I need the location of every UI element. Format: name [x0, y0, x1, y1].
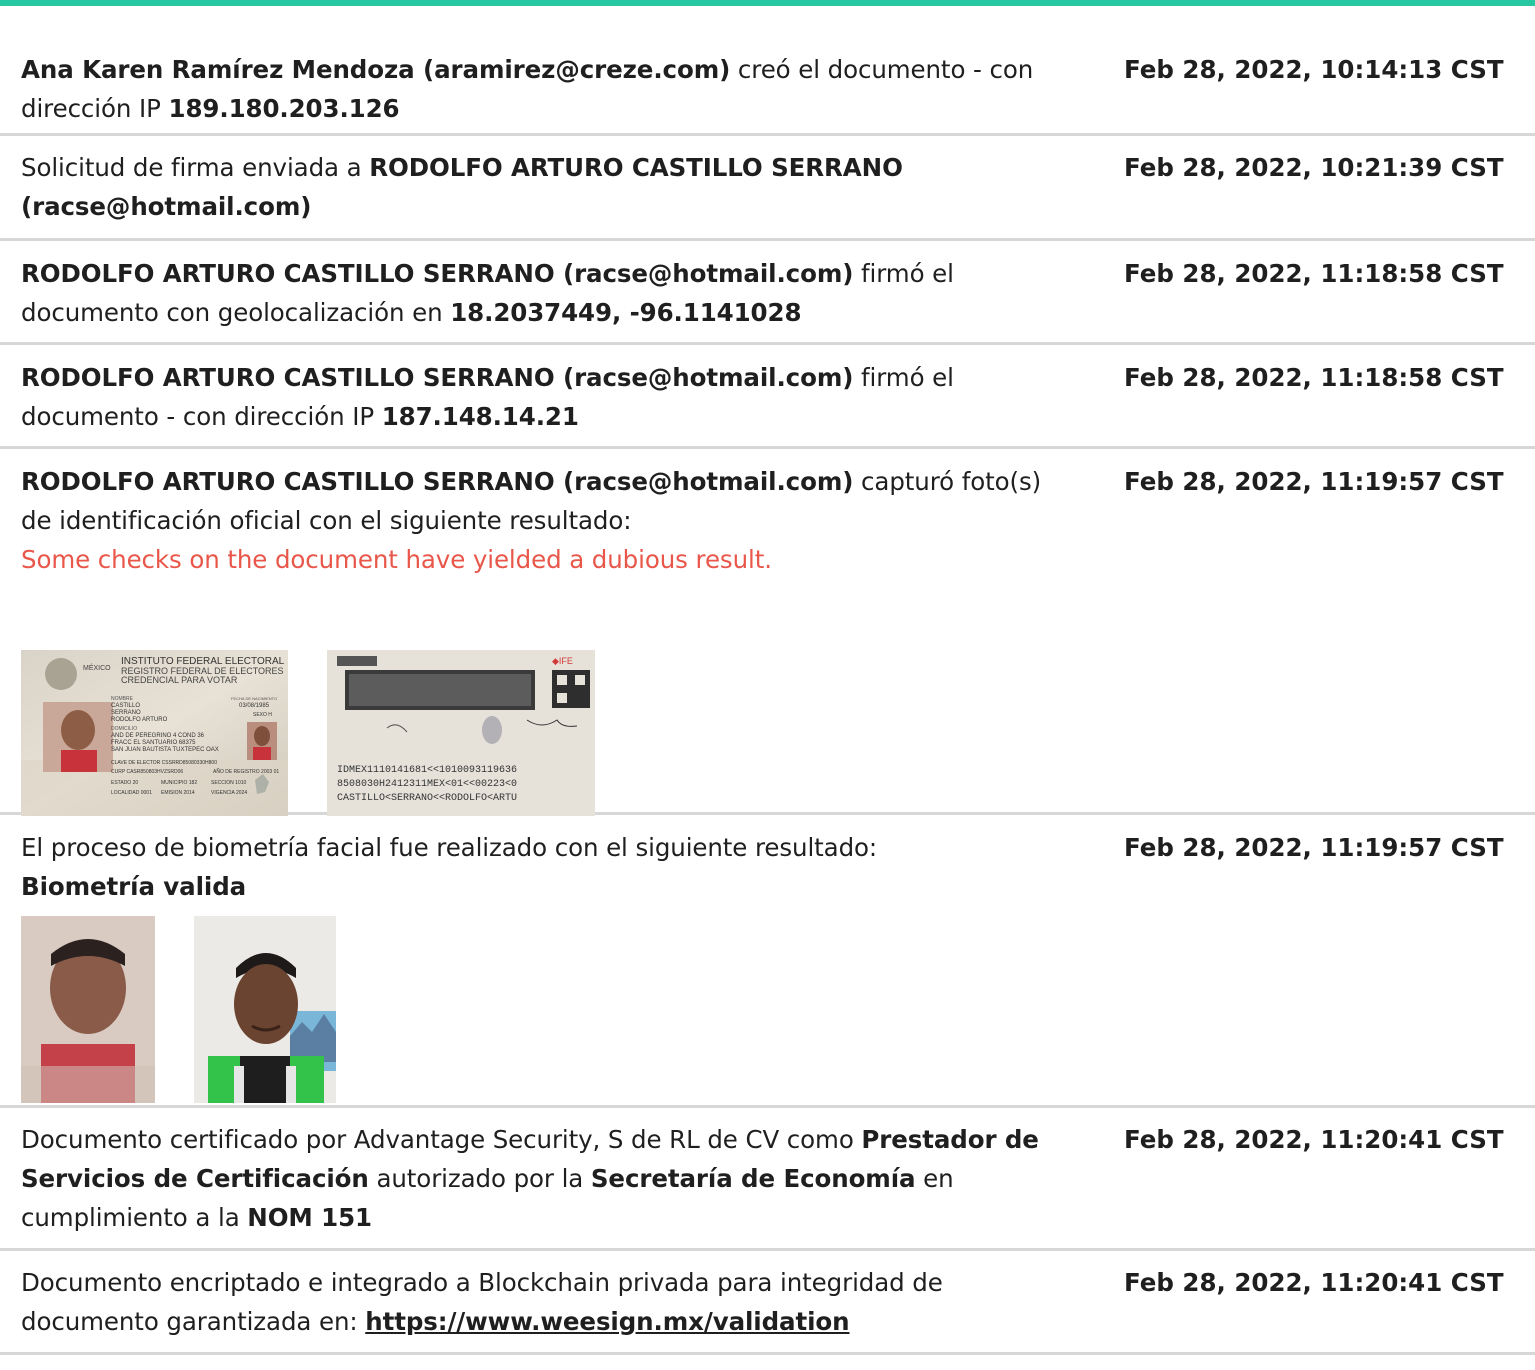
id-back-mrz1: IDMEX1110141681<<1010093119636 — [337, 765, 517, 776]
id-front-addr2: FRACC EL SANTUARIO 68375 — [111, 740, 196, 746]
id-front-country: MÉXICO — [83, 663, 111, 672]
id-front-name3: RODOLFO ARTURO — [111, 717, 168, 723]
entry-text: Ana Karen Ramírez Mendoza (aramirez@crez… — [21, 50, 1066, 128]
id-back-logo: ◆IFE — [552, 656, 573, 666]
id-front-registro: AÑO DE REGISTRO 2003 01 — [213, 768, 279, 775]
id-front-sex: SEXO H — [253, 712, 272, 718]
log-entry: Ana Karen Ramírez Mendoza (aramirez@crez… — [0, 6, 1535, 136]
id-front-domicile-label: DOMICILIO — [111, 726, 137, 732]
entry-text: Documento certificado por Advantage Secu… — [21, 1120, 1066, 1237]
id-front-addr1: AND DE PEREGRINO 4 COND 36 — [111, 733, 205, 739]
id-front-municipio: MUNICIPIO 182 — [161, 780, 197, 786]
selfie-photo[interactable] — [194, 916, 336, 1103]
log-entry: El proceso de biometría facial fue reali… — [0, 815, 1535, 1108]
id-front-photo[interactable]: MÉXICO INSTITUTO FEDERAL ELECTORAL REGIS… — [21, 650, 288, 816]
validation-link[interactable]: https://www.weesign.mx/validation — [365, 1307, 849, 1336]
timestamp: Feb 28, 2022, 10:21:39 CST — [1124, 153, 1504, 182]
id-front-seccion: SECCION 1010 — [211, 780, 247, 786]
log-entry: RODOLFO ARTURO CASTILLO SERRANO (racse@h… — [0, 241, 1535, 345]
entry-text: RODOLFO ARTURO CASTILLO SERRANO (racse@h… — [21, 462, 1066, 579]
id-front-localidad: LOCALIDAD 0001 — [111, 790, 152, 796]
action-text: El proceso de biometría facial fue reali… — [21, 833, 878, 862]
log-entry: Documento certificado por Advantage Secu… — [0, 1108, 1535, 1251]
actor: RODOLFO ARTURO CASTILLO SERRANO (racse@h… — [21, 363, 854, 392]
id-front-name-label: NOMBRE — [111, 696, 134, 702]
timestamp: Feb 28, 2022, 11:18:58 CST — [1124, 259, 1504, 288]
norm: NOM 151 — [247, 1203, 372, 1232]
id-front-estado: ESTADO 20 — [111, 780, 138, 786]
actor: RODOLFO ARTURO CASTILLO SERRANO (racse@h… — [21, 259, 854, 288]
id-face-crop[interactable] — [21, 916, 155, 1103]
log-entry: Documento encriptado e integrado a Block… — [0, 1251, 1535, 1355]
id-front-curp: CURP CASR850803HVZSRD06 — [111, 769, 183, 775]
action-text: Documento certificado por Advantage Secu… — [21, 1125, 862, 1154]
id-front-elector: CLAVE DE ELECTOR CSSRRD85080330H800 — [111, 760, 217, 766]
id-front-name2: SERRANO — [111, 710, 141, 716]
timestamp: Feb 28, 2022, 11:19:57 CST — [1124, 467, 1504, 496]
id-back-mrz2: 8508030H2412311MEX<01<<00223<0 — [337, 779, 517, 790]
log-entry: RODOLFO ARTURO CASTILLO SERRANO (racse@h… — [0, 449, 1535, 816]
timestamp: Feb 28, 2022, 11:18:58 CST — [1124, 363, 1504, 392]
entry-text: RODOLFO ARTURO CASTILLO SERRANO (racse@h… — [21, 358, 1066, 436]
timestamp: Feb 28, 2022, 11:19:57 CST — [1124, 833, 1504, 862]
id-front-birth: 03/08/1985 — [239, 703, 270, 709]
entry-text: Documento encriptado e integrado a Block… — [21, 1263, 1066, 1341]
actor: RODOLFO ARTURO CASTILLO SERRANO (racse@h… — [21, 467, 854, 496]
audit-log: Ana Karen Ramírez Mendoza (aramirez@crez… — [0, 6, 1535, 1355]
timestamp: Feb 28, 2022, 11:20:41 CST — [1124, 1268, 1504, 1297]
entry-text: El proceso de biometría facial fue reali… — [21, 828, 1066, 906]
ip-address: 187.148.14.21 — [381, 402, 579, 431]
id-front-subtitle2: CREDENCIAL PARA VOTAR — [121, 675, 238, 685]
id-back-photo[interactable]: ◆IFE IDMEX1110141681<<1010093119636 8508… — [327, 650, 595, 816]
timestamp: Feb 28, 2022, 11:20:41 CST — [1124, 1125, 1504, 1154]
actor: Ana Karen Ramírez Mendoza (aramirez@crez… — [21, 55, 731, 84]
action-text: Solicitud de firma enviada a — [21, 153, 370, 182]
id-front-vigencia: VIGENCIA 2024 — [211, 790, 247, 796]
action-text: autorizado por la — [368, 1164, 591, 1193]
id-front-name1: CASTILLO — [111, 703, 140, 709]
id-front-emision: EMISION 2014 — [161, 790, 195, 796]
entry-text: RODOLFO ARTURO CASTILLO SERRANO (racse@h… — [21, 254, 1066, 332]
id-front-birth-label: FECHA DE NACIMIENTO — [231, 696, 277, 701]
log-entry: Solicitud de firma enviada a RODOLFO ART… — [0, 136, 1535, 241]
log-entry: RODOLFO ARTURO CASTILLO SERRANO (racse@h… — [0, 345, 1535, 449]
authority: Secretaría de Economía — [590, 1164, 916, 1193]
id-back-mrz3: CASTILLO<SERRANO<<RODOLFO<ARTU — [337, 793, 517, 804]
ip-address: 189.180.203.126 — [168, 94, 400, 123]
geolocation: 18.2037449, -96.1141028 — [450, 298, 802, 327]
biometric-result: Biometría valida — [21, 872, 247, 901]
verification-result: Some checks on the document have yielded… — [21, 545, 772, 574]
id-front-addr3: SAN JUAN BAUTISTA TUXTEPEC OAX — [111, 747, 219, 753]
timestamp: Feb 28, 2022, 10:14:13 CST — [1124, 55, 1504, 84]
entry-text: Solicitud de firma enviada a RODOLFO ART… — [21, 148, 1066, 226]
